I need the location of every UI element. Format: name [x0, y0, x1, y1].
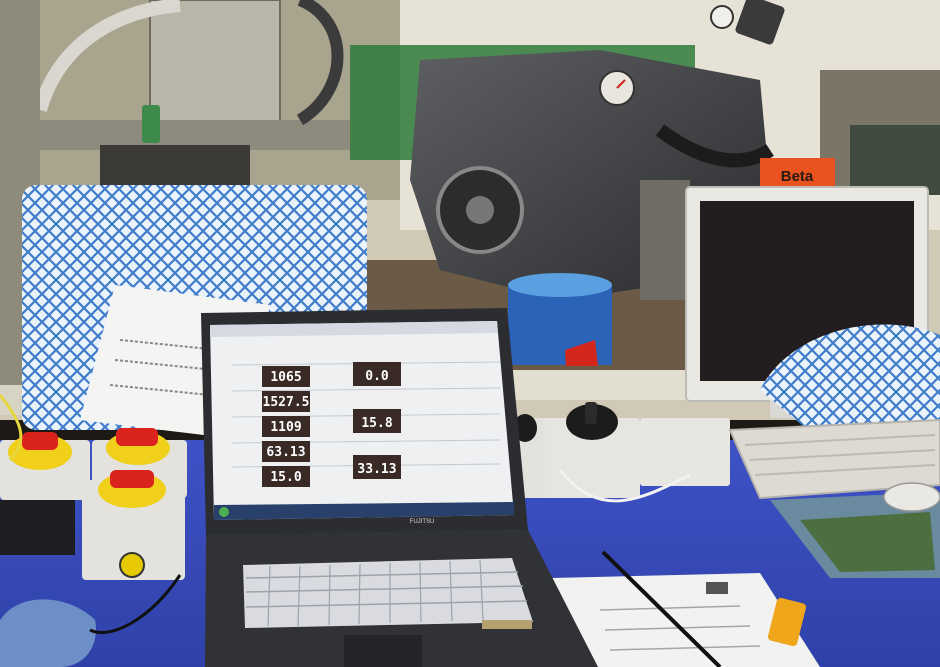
laptop-touchpad — [344, 635, 422, 667]
rotary-switch-box-1 — [0, 432, 90, 500]
blue-barrel — [508, 273, 612, 366]
readout-value-left-0: 1065 — [270, 370, 301, 385]
yellow-push-button — [119, 552, 145, 578]
readout-value-left-4: 15.0 — [270, 470, 301, 485]
photo-scene: Beta FUJITSU 1065 1527.5 1109 63.13 15.0… — [0, 0, 940, 667]
readout-value-left-3: 63.13 — [266, 445, 305, 460]
readout-value-right-1: 15.8 — [361, 416, 392, 431]
readout-value-right-0: 0.0 — [365, 369, 389, 384]
wall-gauge — [710, 5, 734, 29]
readout-value-left-1: 1527.5 — [263, 395, 310, 410]
laptop-keyboard — [243, 558, 533, 628]
readout-value-right-2: 33.13 — [357, 462, 396, 477]
spray-can — [142, 105, 160, 143]
beta-label: Beta — [781, 168, 814, 185]
laptop-brand-logo: FUJITSU — [410, 519, 435, 525]
connector-block — [0, 500, 75, 555]
computer-mouse — [883, 482, 940, 512]
rotary-switch-box-3 — [82, 470, 185, 580]
readout-value-left-2: 1109 — [270, 420, 301, 435]
scene-drawing: Beta FUJITSU 10651527.5110963.1315.00.01… — [0, 0, 940, 667]
